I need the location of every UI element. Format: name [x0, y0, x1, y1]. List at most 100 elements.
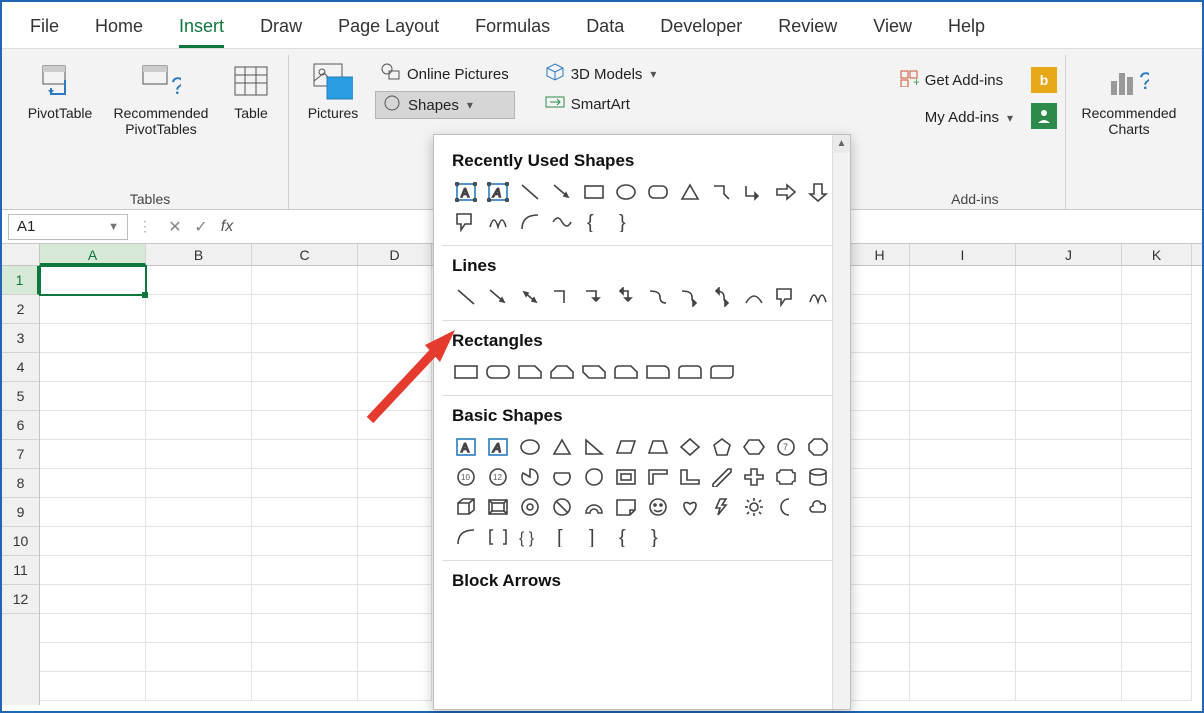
tab-formulas[interactable]: Formulas: [475, 10, 550, 48]
shape-curved-connector[interactable]: [644, 284, 672, 310]
row-header-4[interactable]: 4: [2, 353, 39, 382]
row-header-1[interactable]: 1: [2, 266, 39, 295]
shape-rect-rounded[interactable]: [484, 359, 512, 385]
shape-no-symbol[interactable]: [548, 494, 576, 520]
selection-handle[interactable]: [142, 292, 148, 298]
get-addins-button[interactable]: + Get Add-ins: [893, 67, 1019, 93]
col-header-I[interactable]: I: [910, 244, 1016, 265]
shape-elbow-arrow-connector[interactable]: [580, 284, 608, 310]
shape-right-brace[interactable]: }: [644, 524, 672, 550]
shape-callout-rounded[interactable]: [452, 209, 480, 235]
tab-insert[interactable]: Insert: [179, 10, 224, 48]
shape-left-brace[interactable]: {: [612, 524, 640, 550]
shape-rect-round2diag[interactable]: [708, 359, 736, 385]
name-box[interactable]: A1 ▼: [8, 214, 128, 240]
insert-function-button[interactable]: fx: [214, 218, 240, 236]
shape-heptagon[interactable]: 7: [772, 434, 800, 460]
3d-models-button[interactable]: 3D Models ▾: [539, 61, 663, 87]
shape-rounded-rect[interactable]: [644, 179, 672, 205]
col-header-C[interactable]: C: [252, 244, 358, 265]
shape-chord[interactable]: [548, 464, 576, 490]
row-header-12[interactable]: 12: [2, 585, 39, 614]
shape-hexagon[interactable]: [740, 434, 768, 460]
shape-decagon[interactable]: 10: [452, 464, 480, 490]
shape-line-arrow[interactable]: [548, 179, 576, 205]
shape-sun[interactable]: [740, 494, 768, 520]
shape-double-arrow[interactable]: [516, 284, 544, 310]
shape-rect-round2same[interactable]: [676, 359, 704, 385]
shapes-dropdown-button[interactable]: Shapes ▾: [375, 91, 515, 119]
shape-triangle[interactable]: [676, 179, 704, 205]
shape-right-bracket[interactable]: ]: [580, 524, 608, 550]
shape-donut[interactable]: [516, 494, 544, 520]
shape-arc[interactable]: [516, 209, 544, 235]
row-header-8[interactable]: 8: [2, 469, 39, 498]
shape-diag-stripe[interactable]: [708, 464, 736, 490]
shape-heart[interactable]: [676, 494, 704, 520]
online-pictures-button[interactable]: Online Pictures: [375, 61, 515, 87]
shape-block-arrow-down[interactable]: [804, 179, 832, 205]
shapes-scrollbar[interactable]: ▲: [832, 135, 850, 709]
tab-file[interactable]: File: [30, 10, 59, 48]
shape-textbox-h[interactable]: A: [452, 179, 480, 205]
shape-lightning[interactable]: [708, 494, 736, 520]
shape-half-frame[interactable]: [644, 464, 672, 490]
shape-rect-snipround[interactable]: [612, 359, 640, 385]
shape-arc[interactable]: [452, 524, 480, 550]
shape-diamond[interactable]: [676, 434, 704, 460]
tab-review[interactable]: Review: [778, 10, 837, 48]
shape-parallelogram[interactable]: [612, 434, 640, 460]
shape-right-triangle[interactable]: [580, 434, 608, 460]
tab-draw[interactable]: Draw: [260, 10, 302, 48]
row-header-3[interactable]: 3: [2, 324, 39, 353]
shape-double-bracket[interactable]: [484, 524, 512, 550]
col-header-K[interactable]: K: [1122, 244, 1192, 265]
cell-A1[interactable]: [40, 266, 146, 295]
pictures-button[interactable]: Pictures: [297, 61, 369, 121]
shape-rect-round1[interactable]: [644, 359, 672, 385]
smartart-button[interactable]: SmartArt: [539, 91, 663, 117]
shape-oval[interactable]: [516, 434, 544, 460]
shape-oval[interactable]: [612, 179, 640, 205]
pivottable-button[interactable]: PivotTable: [20, 61, 100, 121]
enter-button[interactable]: ✓: [188, 217, 214, 237]
shape-cube[interactable]: [452, 494, 480, 520]
shape-brace-left[interactable]: {: [580, 209, 608, 235]
shape-triangle[interactable]: [548, 434, 576, 460]
shape-rect-snip2same[interactable]: [548, 359, 576, 385]
cancel-button[interactable]: ✕: [162, 217, 188, 237]
shape-bevel[interactable]: [484, 494, 512, 520]
col-header-A[interactable]: A: [40, 244, 146, 265]
people-addin-button[interactable]: [1031, 103, 1057, 129]
shape-l-shape[interactable]: [676, 464, 704, 490]
shape-plaque[interactable]: [772, 464, 800, 490]
shape-left-bracket[interactable]: [: [548, 524, 576, 550]
recommended-pivottables-button[interactable]: ? Recommended PivotTables: [106, 61, 216, 137]
shape-curved-arrow-connector[interactable]: [676, 284, 704, 310]
row-header-2[interactable]: 2: [2, 295, 39, 324]
shape-rect[interactable]: [452, 359, 480, 385]
shape-curve[interactable]: [740, 284, 768, 310]
row-header-7[interactable]: 7: [2, 440, 39, 469]
tab-view[interactable]: View: [873, 10, 912, 48]
shape-folded-corner[interactable]: [612, 494, 640, 520]
col-header-J[interactable]: J: [1016, 244, 1122, 265]
shape-scribble[interactable]: [804, 284, 832, 310]
table-button[interactable]: Table: [222, 61, 280, 121]
shape-dodecagon[interactable]: 12: [484, 464, 512, 490]
tab-developer[interactable]: Developer: [660, 10, 742, 48]
shape-freeform[interactable]: [772, 284, 800, 310]
shape-line[interactable]: [516, 179, 544, 205]
recommended-charts-button[interactable]: ? Recommended Charts: [1074, 61, 1184, 137]
shape-textbox-v[interactable]: A: [484, 434, 512, 460]
shape-rect-snip2diag[interactable]: [580, 359, 608, 385]
shape-teardrop[interactable]: [580, 464, 608, 490]
scroll-up-button[interactable]: ▲: [833, 135, 850, 153]
tab-help[interactable]: Help: [948, 10, 985, 48]
shape-pentagon[interactable]: [708, 434, 736, 460]
shape-rectangle[interactable]: [580, 179, 608, 205]
row-header-10[interactable]: 10: [2, 527, 39, 556]
bing-addin-button[interactable]: b: [1031, 67, 1057, 93]
col-header-B[interactable]: B: [146, 244, 252, 265]
row-header-11[interactable]: 11: [2, 556, 39, 585]
